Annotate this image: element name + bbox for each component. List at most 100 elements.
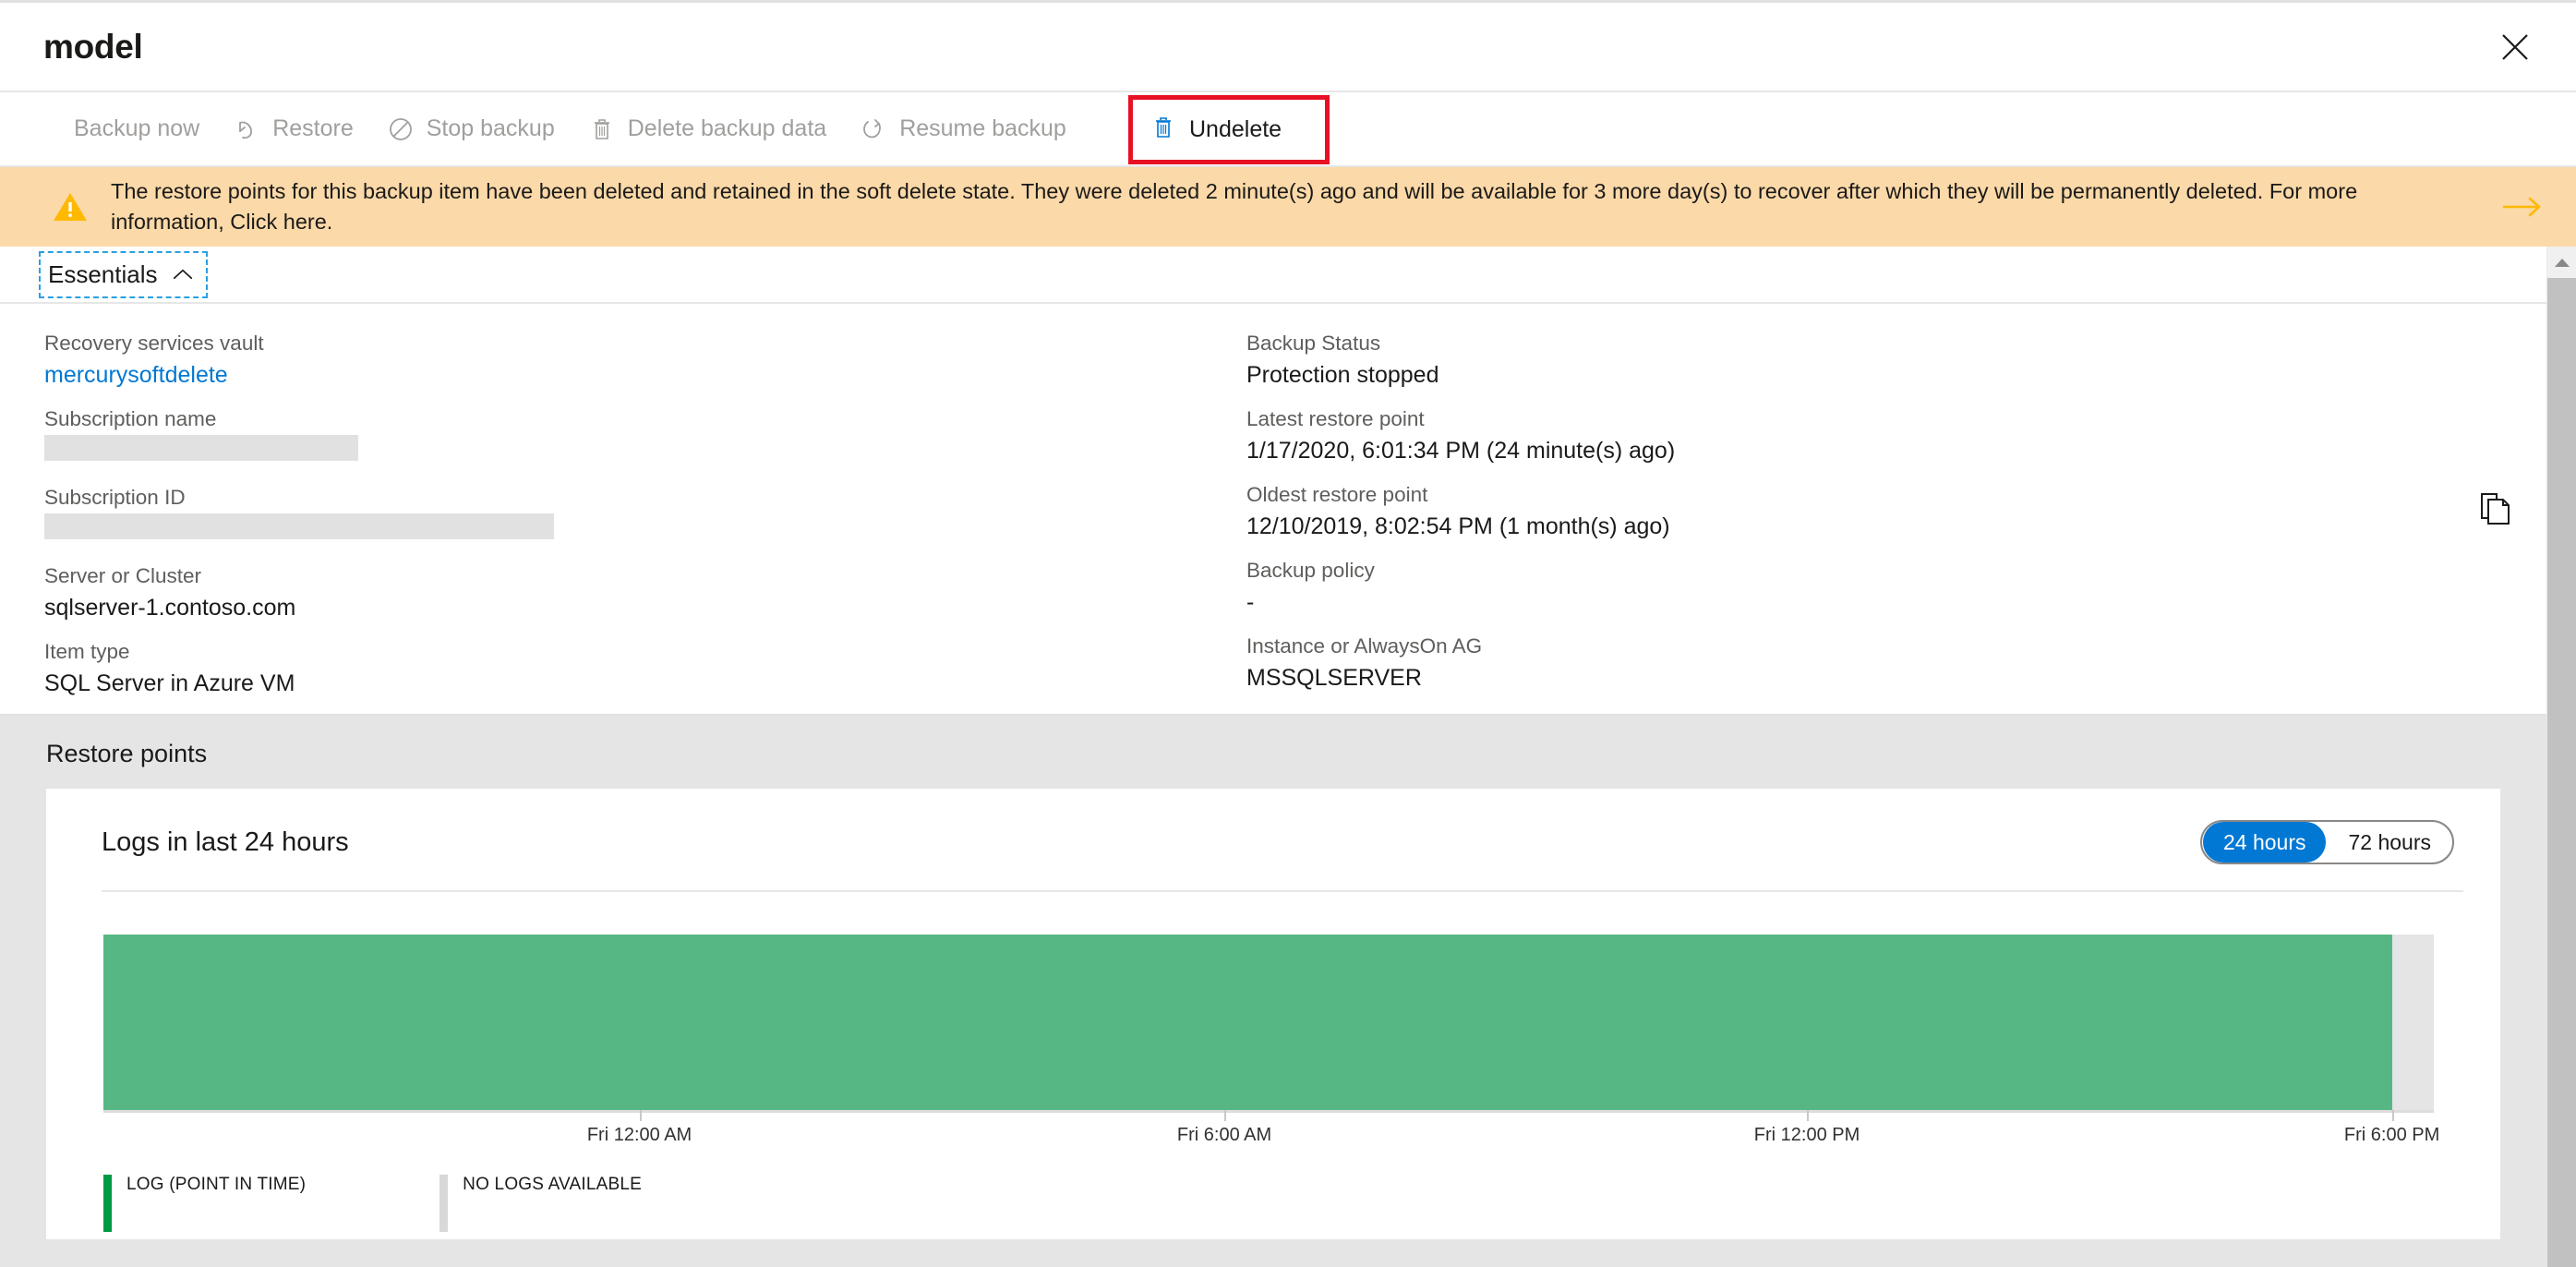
backup-policy-value: -	[1246, 589, 1255, 615]
subscription-name-value	[44, 435, 1246, 469]
axis-tick	[2391, 1110, 2394, 1121]
essentials-field: Subscription ID	[44, 484, 1246, 548]
field-label: Oldest restore point	[1246, 483, 1428, 506]
command-label: Restore	[272, 115, 354, 141]
scrollbar-thumb[interactable]	[2547, 278, 2576, 1267]
command-label: Stop backup	[426, 115, 555, 141]
field-label: Recovery services vault	[44, 332, 264, 355]
subscription-id-value	[44, 513, 1246, 548]
segment-no-logs-available[interactable]	[2391, 935, 2434, 1110]
copy-icon[interactable]	[2480, 492, 2511, 525]
essentials-field: Recovery services vault mercurysoftdelet…	[44, 330, 1246, 391]
axis-tick-label: Fri 12:00 AM	[586, 1125, 692, 1145]
chart-divider	[102, 890, 2463, 892]
arrow-right-icon[interactable]	[2495, 196, 2550, 218]
field-label: Server or Cluster	[44, 564, 202, 587]
essentials-field: Item type SQL Server in Azure VM	[44, 638, 1246, 699]
delete-backup-data-button[interactable]: Delete backup data	[572, 103, 843, 156]
instance-or-alwayson-ag-value: MSSQLSERVER	[1246, 665, 1422, 691]
banner-message: The restore points for this backup item …	[111, 179, 2358, 234]
axis-tick	[1224, 1110, 1227, 1121]
essentials-bar: Essentials	[0, 247, 2546, 304]
chart-header: Logs in last 24 hours 24 hours 72 hours	[74, 813, 2473, 864]
command-label: Delete backup data	[627, 115, 827, 141]
legend-item[interactable]: NO LOGS AVAILABLE	[439, 1175, 642, 1232]
restore-points-title: Restore points	[46, 740, 208, 767]
axis-tick-label: Fri 6:00 PM	[2343, 1125, 2440, 1145]
legend-item[interactable]: LOG (POINT IN TIME)	[103, 1175, 306, 1232]
legend-swatch-no-logs	[439, 1175, 449, 1232]
redacted-value	[44, 435, 358, 461]
range-option-24-hours[interactable]: 24 hours	[2202, 822, 2327, 863]
field-label: Instance or AlwaysOn AG	[1246, 634, 1483, 658]
trash-icon	[588, 115, 616, 143]
axis-tick	[639, 1110, 642, 1121]
essentials-field: Instance or AlwaysOn AG MSSQLSERVER	[1246, 633, 2546, 694]
close-icon[interactable]	[2491, 23, 2539, 71]
item-type-value: SQL Server in Azure VM	[44, 670, 295, 696]
segment-log-point-in-time[interactable]	[103, 935, 2392, 1110]
blade-titlebar: model	[0, 3, 2576, 92]
axis-tick-label: Fri 12:00 PM	[1753, 1125, 1860, 1145]
page-title: model	[43, 27, 143, 66]
field-label: Latest restore point	[1246, 407, 1425, 430]
essentials-field: Backup policy -	[1246, 557, 2546, 618]
essentials-field: Subscription name	[44, 405, 1246, 469]
command-label: Backup now	[74, 115, 200, 141]
timeline-bars	[103, 935, 2434, 1110]
command-label: Resume backup	[899, 115, 1066, 141]
field-label: Backup Status	[1246, 332, 1381, 355]
field-label: Subscription ID	[44, 486, 186, 509]
x-axis-tick-labels: Fri 12:00 AM Fri 6:00 AM Fri 12:00 PM Fr…	[103, 1125, 2439, 1152]
restore-points-section: Restore points Logs in last 24 hours 24 …	[0, 716, 2546, 1267]
trash-blue-icon	[1150, 114, 1177, 146]
undelete-button[interactable]: Undelete	[1128, 95, 1330, 164]
legend-swatch-log	[103, 1175, 112, 1232]
time-range-toggle[interactable]: 24 hours 72 hours	[2199, 820, 2454, 864]
logs-chart-card: Logs in last 24 hours 24 hours 72 hours	[46, 789, 2500, 1239]
chart-legend: LOG (POINT IN TIME) NO LOGS AVAILABLE	[103, 1175, 2473, 1232]
legend-label: NO LOGS AVAILABLE	[463, 1175, 643, 1194]
axis-tick	[1807, 1110, 1810, 1121]
soft-delete-warning-banner: The restore points for this backup item …	[0, 167, 2576, 247]
server-or-cluster-value: sqlserver-1.contoso.com	[44, 595, 296, 621]
command-bar: Backup now Restore Stop backup Delete ba…	[0, 92, 2576, 167]
stop-backup-button[interactable]: Stop backup	[370, 103, 572, 156]
chart-title: Logs in last 24 hours	[102, 827, 349, 857]
logs-timeline-plot: Fri 12:00 AM Fri 6:00 AM Fri 12:00 PM Fr…	[103, 935, 2447, 1145]
warning-icon	[52, 190, 89, 223]
backup-status-value: Protection stopped	[1246, 362, 1439, 388]
restore-button[interactable]: Restore	[216, 103, 370, 156]
stop-backup-icon	[387, 115, 415, 143]
essentials-toggle[interactable]: Essentials	[39, 250, 208, 298]
essentials-label: Essentials	[48, 259, 158, 288]
oldest-restore-point-value: 12/10/2019, 8:02:54 PM (1 month(s) ago)	[1246, 513, 1670, 539]
essentials-left-column: Recovery services vault mercurysoftdelet…	[0, 330, 1246, 714]
undelete-label: Undelete	[1189, 116, 1282, 142]
latest-restore-point-value: 1/17/2020, 6:01:34 PM (24 minute(s) ago)	[1246, 438, 1676, 464]
essentials-field: Server or Cluster sqlserver-1.contoso.co…	[44, 562, 1246, 623]
essentials-right-column: Backup Status Protection stopped Latest …	[1246, 330, 2546, 714]
vertical-scrollbar[interactable]	[2546, 247, 2576, 1267]
axis-tick-label: Fri 6:00 AM	[1176, 1125, 1272, 1145]
recovery-services-vault-link[interactable]: mercurysoftdelete	[44, 359, 1246, 391]
backup-item-blade: model Backup now Restore Stop backup Del…	[0, 0, 2576, 1267]
field-label: Item type	[44, 640, 130, 663]
essentials-field: Backup Status Protection stopped	[1246, 330, 2546, 391]
chevron-up-icon	[173, 268, 193, 281]
legend-label: LOG (POINT IN TIME)	[126, 1175, 307, 1194]
range-option-72-hours[interactable]: 72 hours	[2328, 822, 2451, 863]
field-label: Subscription name	[44, 407, 217, 430]
essentials-field: Latest restore point 1/17/2020, 6:01:34 …	[1246, 405, 2546, 466]
blade-content: Essentials Recovery services vault mercu…	[0, 247, 2546, 1267]
blade-body: Essentials Recovery services vault mercu…	[0, 247, 2576, 1267]
backup-now-button[interactable]: Backup now	[57, 103, 216, 156]
essentials-panel: Recovery services vault mercurysoftdelet…	[0, 304, 2546, 716]
restore-icon	[233, 115, 260, 143]
resume-backup-button[interactable]: Resume backup	[843, 103, 1083, 156]
field-label: Backup policy	[1246, 559, 1375, 582]
essentials-field: Oldest restore point 12/10/2019, 8:02:54…	[1246, 481, 2546, 542]
redacted-value	[44, 513, 554, 539]
triangle-up-icon[interactable]	[2547, 247, 2576, 278]
resume-icon	[860, 115, 887, 143]
